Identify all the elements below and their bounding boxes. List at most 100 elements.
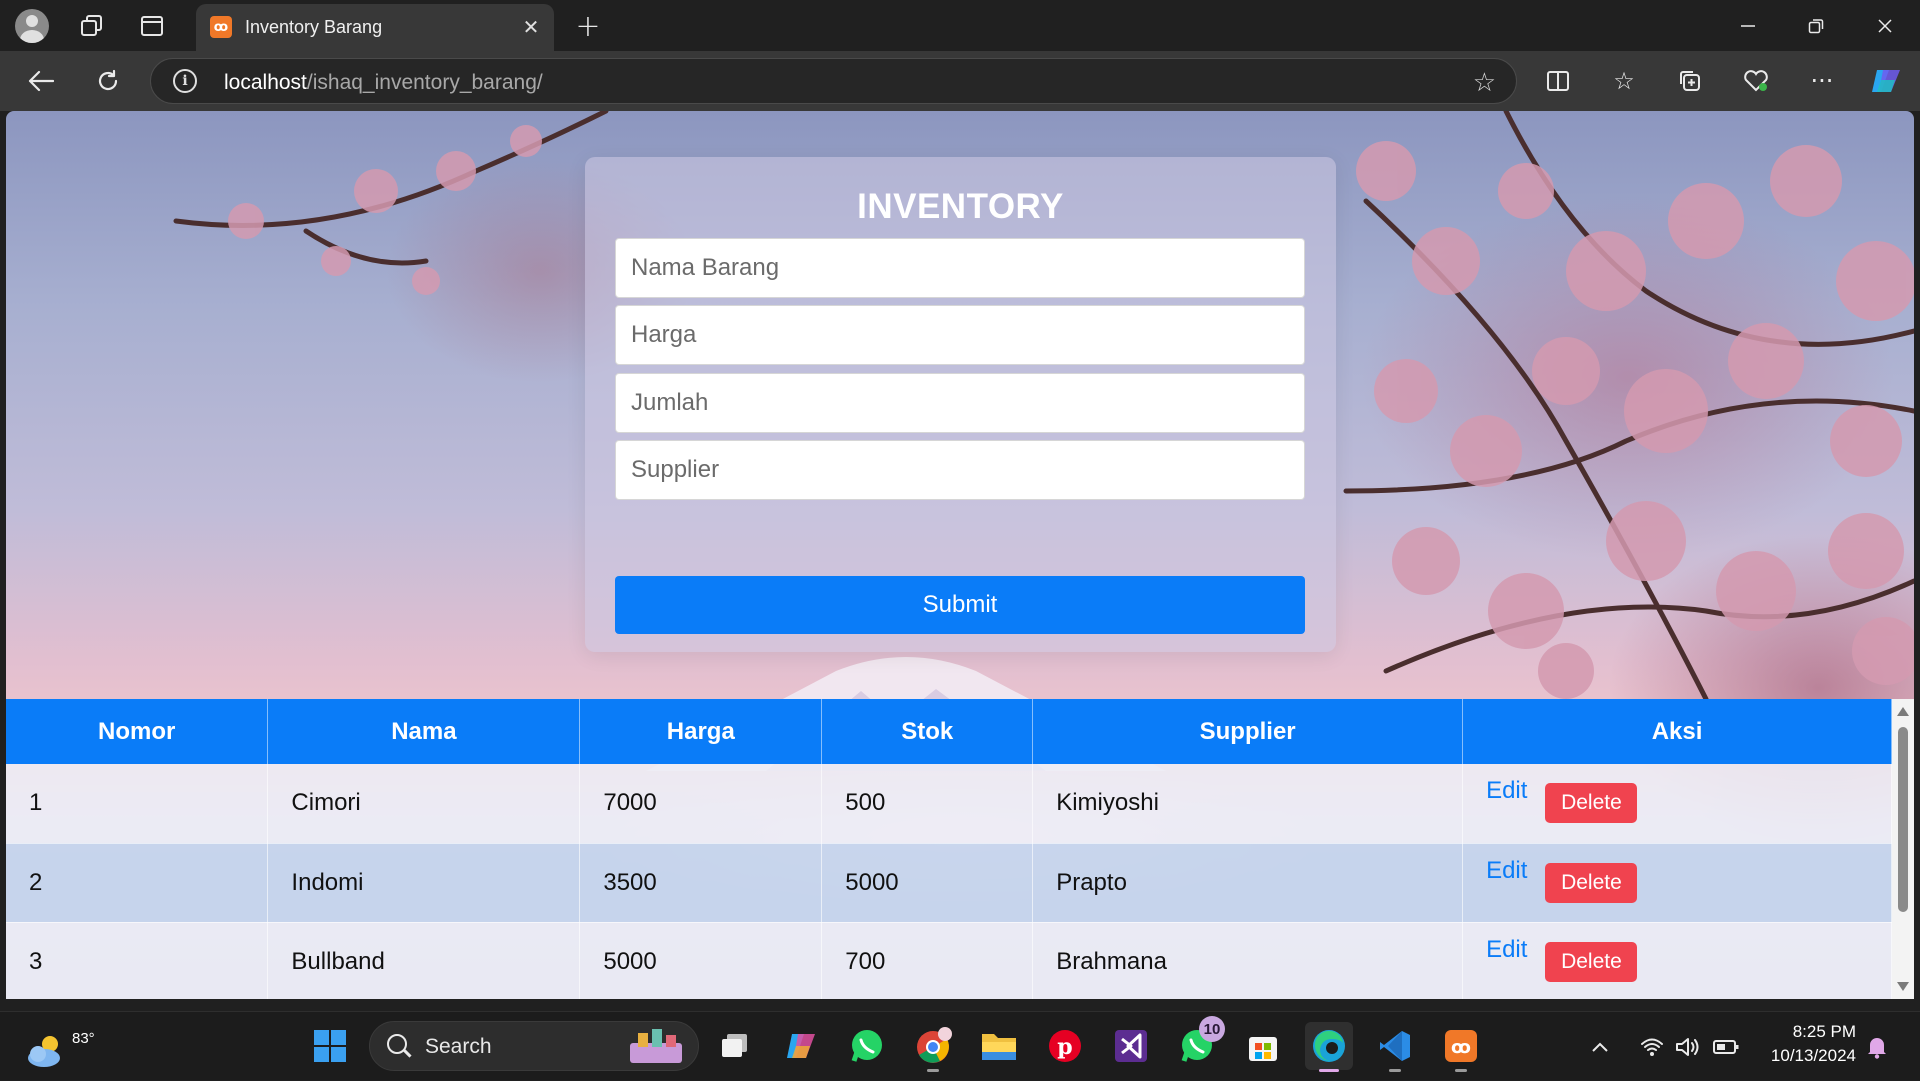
weather-widget[interactable]: 83° — [24, 1020, 95, 1072]
windows-start-icon[interactable] — [306, 1022, 354, 1070]
favorite-star-icon[interactable]: ☆ — [1473, 68, 1496, 98]
tray-chevron-icon[interactable] — [1590, 1012, 1610, 1081]
collections-icon[interactable] — [1670, 61, 1710, 101]
cell-harga: 7000 — [579, 764, 823, 844]
form-title: INVENTORY — [857, 187, 1064, 226]
taskbar-search[interactable]: Search — [369, 1021, 699, 1071]
submit-button[interactable]: Submit — [615, 576, 1305, 634]
header-supplier: Supplier — [1032, 699, 1464, 764]
notification-bell-icon[interactable] — [1866, 1012, 1888, 1081]
file-explorer-icon[interactable] — [975, 1022, 1023, 1070]
refresh-icon[interactable] — [88, 61, 128, 101]
running-indicator — [927, 1069, 939, 1072]
address-bar[interactable]: i localhost/ishaq_inventory_barang/ ☆ — [150, 58, 1517, 104]
whatsapp-beta-icon[interactable]: 10 — [1173, 1016, 1225, 1070]
cell-stok: 700 — [821, 922, 1034, 999]
cell-stok: 500 — [821, 764, 1034, 844]
header-nomor: Nomor — [6, 699, 269, 764]
cell-supplier: Prapto — [1032, 843, 1464, 923]
weather-icon — [28, 1036, 60, 1067]
close-window-icon[interactable] — [1855, 6, 1915, 46]
scroll-down-arrow-icon[interactable] — [1897, 982, 1909, 991]
edit-link[interactable]: Edit — [1486, 936, 1527, 963]
whatsapp-icon[interactable] — [843, 1022, 891, 1070]
table-header-row: Nomor Nama Harga Stok Supplier Aksi — [6, 699, 1892, 764]
page-viewport: INVENTORY Submit Nomor Nama Harga Stok S… — [6, 111, 1914, 999]
copilot-app-icon[interactable] — [777, 1022, 825, 1070]
back-icon[interactable] — [21, 61, 61, 101]
nama-barang-input[interactable] — [615, 238, 1305, 298]
cell-nomor: 2 — [6, 843, 269, 923]
delete-button[interactable]: Delete — [1545, 862, 1638, 903]
copilot-icon[interactable] — [1866, 61, 1906, 101]
browser-tab-strip: ꝏ Inventory Barang ✕ + — [0, 0, 1920, 51]
cell-nama: Bullband — [267, 922, 581, 999]
more-icon[interactable]: ··· — [1802, 61, 1842, 101]
browser-tab[interactable]: ꝏ Inventory Barang ✕ — [196, 4, 554, 51]
cell-aksi: Edit Delete — [1462, 843, 1892, 923]
minimize-icon[interactable] — [1718, 6, 1778, 46]
delete-button[interactable]: Delete — [1545, 941, 1638, 982]
header-aksi: Aksi — [1462, 699, 1892, 764]
xampp-favicon-icon: ꝏ — [210, 16, 232, 38]
task-view-icon[interactable] — [711, 1022, 759, 1070]
site-info-icon[interactable]: i — [173, 69, 197, 93]
header-nama: Nama — [267, 699, 581, 764]
cell-supplier: Brahmana — [1032, 922, 1464, 999]
weather-temperature: 83° — [72, 1030, 95, 1047]
svg-text:ꝏ: ꝏ — [1451, 1037, 1471, 1058]
supplier-input[interactable] — [615, 440, 1305, 500]
search-icon — [387, 1034, 407, 1054]
restore-icon[interactable] — [1786, 6, 1846, 46]
cell-nomor: 3 — [6, 922, 269, 999]
visual-studio-icon[interactable] — [1107, 1022, 1155, 1070]
whatsapp-notification-badge: 10 — [1199, 1016, 1225, 1042]
scroll-up-arrow-icon[interactable] — [1897, 707, 1909, 716]
edit-link[interactable]: Edit — [1486, 777, 1527, 804]
close-tab-icon[interactable]: ✕ — [518, 14, 544, 40]
xampp-icon[interactable]: ꝏ — [1437, 1022, 1485, 1072]
cell-supplier: Kimiyoshi — [1032, 764, 1464, 844]
edit-link[interactable]: Edit — [1486, 857, 1527, 884]
cell-nama: Indomi — [267, 843, 581, 923]
system-clock[interactable]: 8:25 PM 10/13/2024 — [1771, 1020, 1856, 1068]
vscode-icon[interactable] — [1371, 1022, 1419, 1072]
cell-aksi: Edit Delete — [1462, 764, 1892, 844]
scrollbar-thumb[interactable] — [1898, 727, 1908, 912]
cell-stok: 5000 — [821, 843, 1034, 923]
clock-date: 10/13/2024 — [1770, 1046, 1856, 1065]
workspaces-icon[interactable] — [74, 8, 110, 44]
svg-text:p: p — [1057, 1034, 1072, 1060]
header-stok: Stok — [821, 699, 1034, 764]
tab-actions-icon[interactable] — [134, 8, 170, 44]
edge-icon[interactable] — [1305, 1022, 1353, 1072]
microsoft-store-icon[interactable] — [1239, 1022, 1287, 1070]
search-label: Search — [425, 1035, 492, 1058]
harga-input[interactable] — [615, 305, 1305, 365]
table-row: 2 Indomi 3500 5000 Prapto Edit Delete — [6, 843, 1892, 923]
table-row: 3 Bullband 5000 700 Brahmana Edit Delete — [6, 922, 1892, 999]
volume-icon[interactable] — [1675, 1012, 1701, 1081]
inventory-table: Nomor Nama Harga Stok Supplier Aksi 1 Ci… — [6, 699, 1892, 999]
windows-taskbar: 83° Search p 10 ꝏ 8:25 PM 10/13/2024 — [0, 1011, 1920, 1080]
cell-harga: 5000 — [579, 922, 823, 999]
running-indicator — [1455, 1069, 1467, 1072]
cell-nama: Cimori — [267, 764, 581, 844]
favorites-icon[interactable]: ☆ — [1604, 61, 1644, 101]
profile-icon[interactable] — [14, 8, 50, 44]
chrome-icon[interactable] — [909, 1022, 957, 1072]
battery-icon[interactable] — [1712, 1012, 1740, 1081]
page-scrollbar[interactable] — [1892, 699, 1914, 999]
inventory-table-container: Nomor Nama Harga Stok Supplier Aksi 1 Ci… — [6, 699, 1892, 999]
tab-title: Inventory Barang — [245, 17, 383, 37]
browser-essentials-icon[interactable] — [1736, 61, 1776, 101]
url-text[interactable]: localhost/ishaq_inventory_barang/ — [224, 71, 543, 95]
new-tab-icon[interactable]: + — [570, 8, 606, 44]
split-screen-icon[interactable] — [1538, 61, 1578, 101]
pinterest-icon[interactable]: p — [1041, 1022, 1089, 1070]
delete-button[interactable]: Delete — [1545, 783, 1638, 824]
wifi-icon[interactable] — [1640, 1012, 1664, 1081]
search-highlight-icon — [630, 1029, 682, 1063]
jumlah-input[interactable] — [615, 373, 1305, 433]
running-indicator — [1319, 1069, 1339, 1072]
